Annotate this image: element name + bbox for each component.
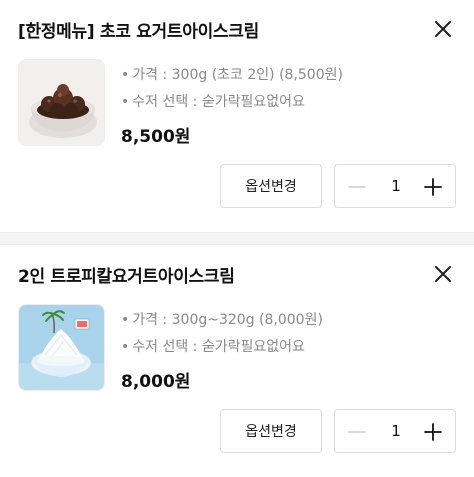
price-option-line: • 가격 : 300g~320g (8,000원) <box>121 307 323 334</box>
item-options: • 가격 : 300g~320g (8,000원) • 수저 선택 : 숟가락필요없… <box>121 307 323 361</box>
chocolate-yogurt-ice-cream-image <box>19 60 104 145</box>
item-title: 2인 트로피칼요거트아이스크림 <box>18 267 235 287</box>
utensil-option-text: 수저 선택 : 숟가락필요없어요 <box>132 94 305 110</box>
decrease-quantity-button[interactable] <box>345 175 369 199</box>
price-option-text: 가격 : 300g (초코 2인) (8,500원) <box>132 67 343 83</box>
minus-icon <box>348 186 366 188</box>
quantity-value: 1 <box>391 177 401 195</box>
item-title: [한정메뉴] 초코 요거트아이스크림 <box>18 22 259 42</box>
item-options: • 가격 : 300g (초코 2인) (8,500원) • 수저 선택 : 숟가락… <box>121 62 343 116</box>
change-option-button[interactable]: 옵션변경 <box>220 164 322 208</box>
minus-icon <box>348 431 366 433</box>
remove-item-button[interactable] <box>432 263 454 285</box>
utensil-option-line: • 수저 선택 : 숟가락필요없어요 <box>121 89 343 116</box>
bullet: • <box>121 67 130 83</box>
price-option-line: • 가격 : 300g (초코 2인) (8,500원) <box>121 62 343 89</box>
item-thumbnail <box>18 59 105 146</box>
tropical-yogurt-ice-cream-image <box>19 305 104 390</box>
price-option-text: 가격 : 300g~320g (8,000원) <box>132 312 323 328</box>
plus-icon <box>424 423 442 441</box>
quantity-stepper: 1 <box>334 164 456 208</box>
cart-item-card: 2인 트로피칼요거트아이스크림 • 가격: 300g~320g (8,000원… <box>0 245 474 477</box>
increase-quantity-button[interactable] <box>421 420 445 444</box>
close-icon <box>435 266 451 282</box>
item-price: 8,000원 <box>121 372 191 392</box>
utensil-option-text: 수저 선택 : 숟가락필요없어요 <box>132 339 305 355</box>
bullet: • <box>121 312 130 328</box>
quantity-stepper: 1 <box>334 409 456 453</box>
plus-icon <box>424 178 442 196</box>
item-thumbnail <box>18 304 105 391</box>
cart-page: [한정메뉴] 초코 요거트아이스크림 • 가격: 300g (초코 2인) (… <box>0 0 474 477</box>
bullet: • <box>121 339 130 355</box>
increase-quantity-button[interactable] <box>421 175 445 199</box>
utensil-option-line: • 수저 선택 : 숟가락필요없어요 <box>121 334 323 361</box>
quantity-value: 1 <box>391 422 401 440</box>
change-option-button[interactable]: 옵션변경 <box>220 409 322 453</box>
section-divider <box>0 232 474 245</box>
item-price: 8,500원 <box>121 127 191 147</box>
cart-item-card: [한정메뉴] 초코 요거트아이스크림 • 가격: 300g (초코 2인) (… <box>0 0 474 232</box>
close-icon <box>435 21 451 37</box>
remove-item-button[interactable] <box>432 18 454 40</box>
decrease-quantity-button[interactable] <box>345 420 369 444</box>
bullet: • <box>121 94 130 110</box>
